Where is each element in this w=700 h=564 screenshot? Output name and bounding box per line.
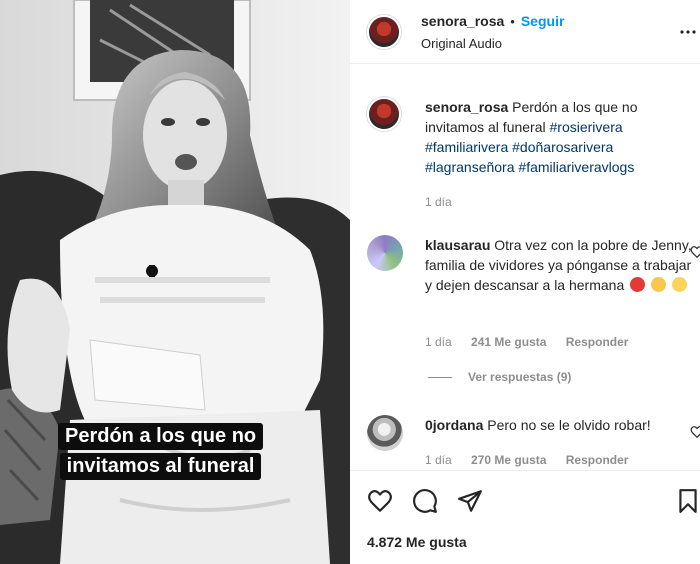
caption-meta: 1 día [425, 195, 468, 209]
comment-meta: 1 día 270 Me gusta Responder [425, 453, 644, 467]
reply-button[interactable]: Responder [566, 453, 629, 467]
follow-button[interactable]: Seguir [521, 13, 565, 29]
video-subtitle: Perdón a los que no invitamos al funeral [58, 423, 264, 480]
avatar[interactable] [367, 415, 403, 451]
post-header: senora_rosa • Seguir Original Audio [350, 0, 700, 64]
comments-list[interactable]: senora_rosa Perdón a los que no invitamo… [350, 65, 700, 470]
audio-label[interactable]: Original Audio [421, 36, 502, 51]
eye-roll-face-icon [671, 277, 687, 292]
comment-username[interactable]: klausarau [425, 237, 490, 253]
post-actions: 4.872 Me gusta [350, 470, 700, 564]
comment-likes[interactable]: 241 Me gusta [471, 335, 546, 349]
caption-text: senora_rosa Perdón a los que no invitamo… [425, 97, 695, 177]
bookmark-icon[interactable] [675, 488, 700, 514]
separator-dot: • [510, 13, 515, 29]
reply-button[interactable]: Responder [566, 335, 629, 349]
view-replies-button[interactable]: Ver respuestas (9) [428, 370, 571, 384]
post-likes-count[interactable]: 4.872 Me gusta [367, 534, 467, 550]
hashtag-link[interactable]: #familiarivera [425, 139, 508, 155]
avatar[interactable] [367, 97, 401, 131]
comment-text: 0jordana Pero no se le olvido robar! [425, 415, 695, 435]
avatar[interactable] [367, 15, 401, 49]
hashtag-link[interactable]: #familiariveravlogs [518, 159, 634, 175]
hashtag-link[interactable]: #rosierivera [550, 119, 623, 135]
comment-like-heart-icon[interactable] [690, 425, 700, 439]
comment-time[interactable]: 1 día [425, 453, 452, 467]
share-icon[interactable] [457, 488, 483, 514]
comment-likes[interactable]: 270 Me gusta [471, 453, 546, 467]
comment-text: klausarau Otra vez con la pobre de Jenny… [425, 235, 695, 295]
comment-icon[interactable] [412, 488, 438, 514]
comment-username[interactable]: 0jordana [425, 417, 483, 433]
angry-face-icon [630, 277, 646, 292]
disappointed-face-icon [651, 277, 667, 292]
replies-line [428, 376, 452, 378]
video-subtitle-line: Perdón a los que no [58, 423, 264, 450]
heart-icon[interactable] [367, 488, 393, 514]
post-details-panel: senora_rosa • Seguir Original Audio seno… [350, 0, 700, 564]
caption-time[interactable]: 1 día [425, 195, 452, 209]
comment-meta: 1 día 241 Me gusta Responder [425, 335, 644, 349]
hashtag-link[interactable]: #lagranseñora [425, 159, 515, 175]
comment-time[interactable]: 1 día [425, 335, 452, 349]
more-options-icon[interactable] [680, 30, 696, 34]
post-author-username[interactable]: senora_rosa [421, 13, 504, 29]
video-subtitle-line: invitamos al funeral [59, 453, 262, 480]
caption-username[interactable]: senora_rosa [425, 99, 508, 115]
avatar[interactable] [367, 235, 403, 271]
comment-like-heart-icon[interactable] [690, 245, 700, 259]
view-replies-label[interactable]: Ver respuestas (9) [468, 370, 571, 384]
comment-body: Pero no se le olvido robar! [487, 417, 651, 433]
hashtag-link[interactable]: #doñarosarivera [512, 139, 613, 155]
post-media[interactable]: Perdón a los que no invitamos al funeral [0, 0, 350, 564]
